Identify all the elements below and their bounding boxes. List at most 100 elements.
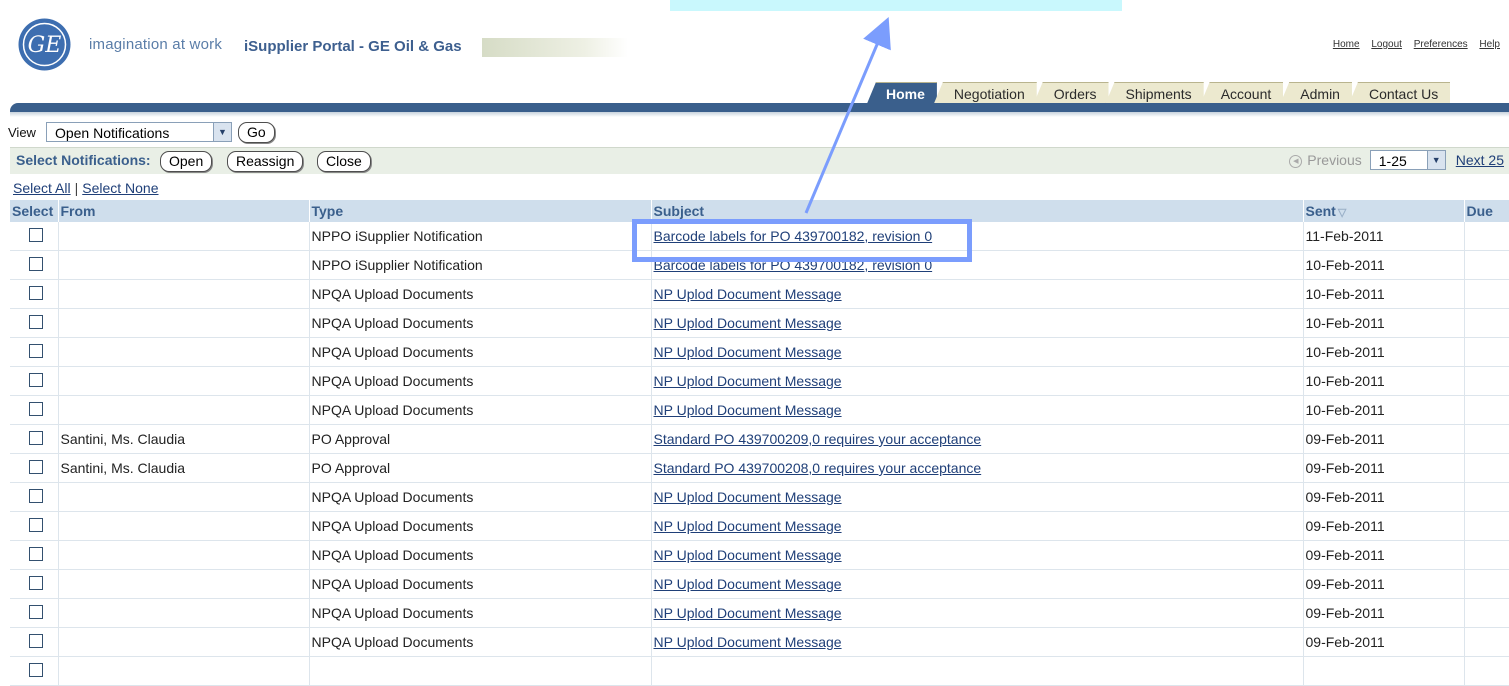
table-row: Santini, Ms. Claudia PO Approval Standard … xyxy=(10,453,1509,483)
due-cell xyxy=(1464,482,1509,512)
select-links-separator: | xyxy=(74,180,79,196)
select-all-link[interactable]: Select All xyxy=(13,180,71,196)
from-cell xyxy=(58,308,310,338)
select-cell xyxy=(10,395,59,425)
global-link-home[interactable]: Home xyxy=(1333,39,1360,50)
subject-link[interactable]: NP Uplod Document Message xyxy=(654,605,842,621)
row-checkbox[interactable] xyxy=(29,517,43,532)
subject-link[interactable]: NP Uplod Document Message xyxy=(654,634,842,650)
from-cell xyxy=(58,656,310,686)
row-checkbox[interactable] xyxy=(29,459,43,474)
subject-link[interactable]: NP Uplod Document Message xyxy=(654,402,842,418)
select-links: Select All | Select None xyxy=(13,180,159,196)
subject-cell: NP Uplod Document Message xyxy=(651,482,1304,512)
from-cell: Santini, Ms. Claudia xyxy=(58,424,310,454)
due-cell xyxy=(1464,366,1509,396)
row-checkbox[interactable] xyxy=(29,604,43,619)
type-cell: NPPO iSupplier Notification xyxy=(309,250,652,280)
subject-cell: NP Uplod Document Message xyxy=(651,627,1304,657)
sent-cell: 10-Feb-2011 xyxy=(1303,395,1465,425)
chevron-down-icon[interactable]: ▼ xyxy=(212,123,231,141)
subject-link[interactable]: NP Uplod Document Message xyxy=(654,315,842,331)
subject-link[interactable]: NP Uplod Document Message xyxy=(654,576,842,592)
select-none-link[interactable]: Select None xyxy=(82,180,158,196)
subject-link[interactable]: NP Uplod Document Message xyxy=(654,286,842,302)
range-select-value: 1-25 xyxy=(1378,153,1407,169)
type-cell: NPQA Upload Documents xyxy=(309,395,652,425)
tagline: imagination at work xyxy=(89,36,223,53)
due-cell xyxy=(1464,598,1509,628)
subject-link[interactable]: NP Uplod Document Message xyxy=(654,518,842,534)
subject-link[interactable]: NP Uplod Document Message xyxy=(654,373,842,389)
due-cell xyxy=(1464,395,1509,425)
column-header-select: Select xyxy=(10,200,59,222)
from-cell xyxy=(58,627,310,657)
subject-cell: NP Uplod Document Message xyxy=(651,540,1304,570)
from-cell xyxy=(58,511,310,541)
row-checkbox[interactable] xyxy=(29,227,43,242)
from-cell xyxy=(58,279,310,309)
type-cell: NPQA Upload Documents xyxy=(309,337,652,367)
subject-link[interactable]: NP Uplod Document Message xyxy=(654,489,842,505)
subject-link[interactable]: NP Uplod Document Message xyxy=(654,344,842,360)
type-cell: NPQA Upload Documents xyxy=(309,482,652,512)
row-checkbox[interactable] xyxy=(29,430,43,445)
previous-link: ◀ Previous xyxy=(1289,152,1362,168)
open-button[interactable]: Open xyxy=(160,151,213,172)
sent-cell: 09-Feb-2011 xyxy=(1303,424,1465,454)
close-button[interactable]: Close xyxy=(317,151,371,172)
subject-cell: NP Uplod Document Message xyxy=(651,337,1304,367)
go-button[interactable]: Go xyxy=(237,121,275,143)
row-checkbox[interactable] xyxy=(29,575,43,590)
select-cell xyxy=(10,540,59,570)
table-row: NPQA Upload Documents NP Uplod Document M… xyxy=(10,279,1509,309)
table-row: NPQA Upload Documents NP Uplod Document M… xyxy=(10,337,1509,367)
global-link-preferences[interactable]: Preferences xyxy=(1414,39,1468,50)
column-header-sent[interactable]: Sent ▽ xyxy=(1303,200,1465,222)
table-row xyxy=(10,656,1509,686)
subject-link[interactable]: NP Uplod Document Message xyxy=(654,547,842,563)
reassign-button[interactable]: Reassign xyxy=(227,151,304,172)
subject-link[interactable]: Standard PO 439700208,0 requires your ac… xyxy=(654,460,982,476)
portal-title: iSupplier Portal - GE Oil & Gas xyxy=(244,38,462,55)
global-link-help[interactable]: Help xyxy=(1479,39,1500,50)
table-row: NPQA Upload Documents NP Uplod Document M… xyxy=(10,482,1509,512)
next-link[interactable]: Next 25 xyxy=(1456,152,1504,168)
row-checkbox[interactable] xyxy=(29,488,43,503)
type-cell: NPQA Upload Documents xyxy=(309,511,652,541)
select-cell xyxy=(10,250,59,280)
row-checkbox[interactable] xyxy=(29,314,43,329)
row-checkbox[interactable] xyxy=(29,285,43,300)
from-cell: Santini, Ms. Claudia xyxy=(58,453,310,483)
previous-label: Previous xyxy=(1307,152,1362,168)
row-checkbox[interactable] xyxy=(29,343,43,358)
chevron-down-icon[interactable]: ▼ xyxy=(1426,151,1445,169)
ge-logo-text: GE xyxy=(28,33,62,58)
annotation-callout xyxy=(670,0,1122,11)
table-row: NPQA Upload Documents NP Uplod Document M… xyxy=(10,511,1509,541)
header-shadow xyxy=(10,112,1509,117)
sent-cell: 09-Feb-2011 xyxy=(1303,482,1465,512)
view-select[interactable]: Open Notifications ▼ xyxy=(45,122,232,142)
pagination: ◀ Previous 1-25 ▼ Next 25 xyxy=(1289,150,1509,170)
from-cell xyxy=(58,395,310,425)
subject-link[interactable]: Standard PO 439700209,0 requires your ac… xyxy=(654,431,982,447)
from-cell xyxy=(58,482,310,512)
row-checkbox[interactable] xyxy=(29,372,43,387)
type-cell: NPPO iSupplier Notification xyxy=(309,222,652,251)
range-select[interactable]: 1-25 ▼ xyxy=(1369,150,1446,170)
row-checkbox[interactable] xyxy=(29,662,43,677)
row-checkbox[interactable] xyxy=(29,633,43,648)
column-header-type: Type xyxy=(309,200,652,222)
global-link-logout[interactable]: Logout xyxy=(1371,39,1402,50)
row-checkbox[interactable] xyxy=(29,401,43,416)
type-cell: NPQA Upload Documents xyxy=(309,598,652,628)
subject-cell: NP Uplod Document Message xyxy=(651,366,1304,396)
sent-cell xyxy=(1303,656,1465,686)
table-row: NPQA Upload Documents NP Uplod Document M… xyxy=(10,395,1509,425)
type-cell: NPQA Upload Documents xyxy=(309,540,652,570)
select-cell xyxy=(10,424,59,454)
row-checkbox[interactable] xyxy=(29,546,43,561)
row-checkbox[interactable] xyxy=(29,256,43,271)
sort-descending-icon[interactable]: ▽ xyxy=(1338,207,1346,219)
